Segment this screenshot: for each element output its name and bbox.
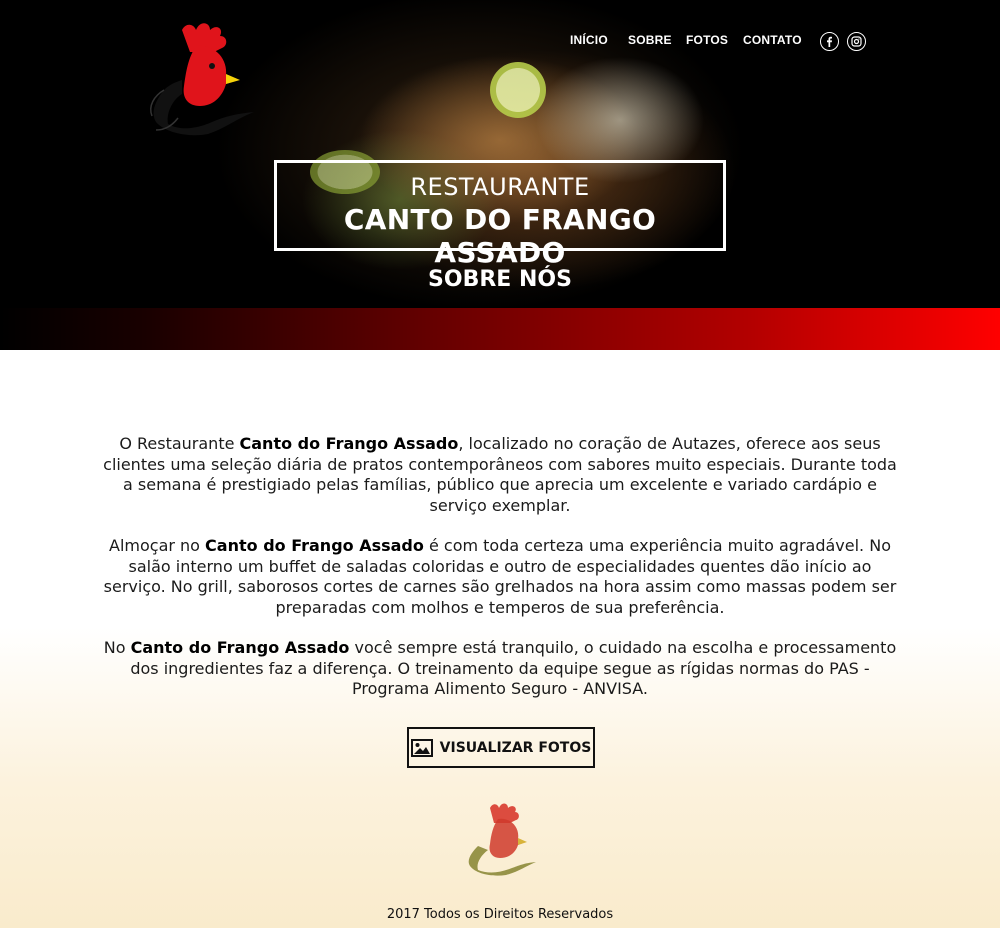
restaurant-name-highlight: Canto do Frango Assado xyxy=(205,536,424,555)
image-icon xyxy=(410,738,433,757)
restaurant-name-highlight: Canto do Frango Assado xyxy=(239,434,459,453)
restaurant-name-highlight: Canto do Frango Assado xyxy=(130,638,350,657)
restaurant-subtitle: RESTAURANTE xyxy=(410,173,590,201)
paragraph-text: Almoçar no xyxy=(109,536,206,555)
facebook-icon[interactable] xyxy=(820,32,839,51)
nav-item-fotos[interactable]: FOTOS xyxy=(686,33,728,47)
about-paragraph: O Restaurante Canto do Frango Assado, lo… xyxy=(100,434,900,516)
about-paragraph: Almoçar no Canto do Frango Assado é com … xyxy=(100,536,900,618)
restaurant-name: CANTO DO FRANGO ASSADO xyxy=(343,203,657,269)
paragraph-text: No xyxy=(103,638,131,657)
lime-slice-image xyxy=(490,62,546,118)
main-nav: INÍCIO SOBRE FOTOS CONTATO xyxy=(0,32,1000,52)
red-gradient-band xyxy=(0,308,1000,350)
about-section: O Restaurante Canto do Frango Assado, lo… xyxy=(0,350,1000,928)
copyright-text: 2017 Todos os Direitos Reservados xyxy=(386,907,614,922)
paragraph-text: O Restaurante xyxy=(119,434,240,453)
nav-item-contato[interactable]: CONTATO xyxy=(743,33,802,47)
view-photos-button[interactable]: VISUALIZAR FOTOS xyxy=(407,727,595,768)
nav-item-sobre[interactable]: SOBRE xyxy=(628,33,672,47)
instagram-icon[interactable] xyxy=(847,32,866,51)
nav-item-inicio[interactable]: INÍCIO xyxy=(570,33,608,47)
view-photos-label: VISUALIZAR FOTOS xyxy=(439,739,592,756)
restaurant-title-box: RESTAURANTE CANTO DO FRANGO ASSADO xyxy=(274,160,726,269)
section-title: SOBRE NÓS xyxy=(428,267,572,292)
footer-rooster-logo xyxy=(468,803,536,876)
hero-banner: INÍCIO SOBRE FOTOS CONTATO RESTAURANTE C… xyxy=(0,0,1000,308)
about-paragraph: No Canto do Frango Assado você sempre es… xyxy=(100,638,900,700)
